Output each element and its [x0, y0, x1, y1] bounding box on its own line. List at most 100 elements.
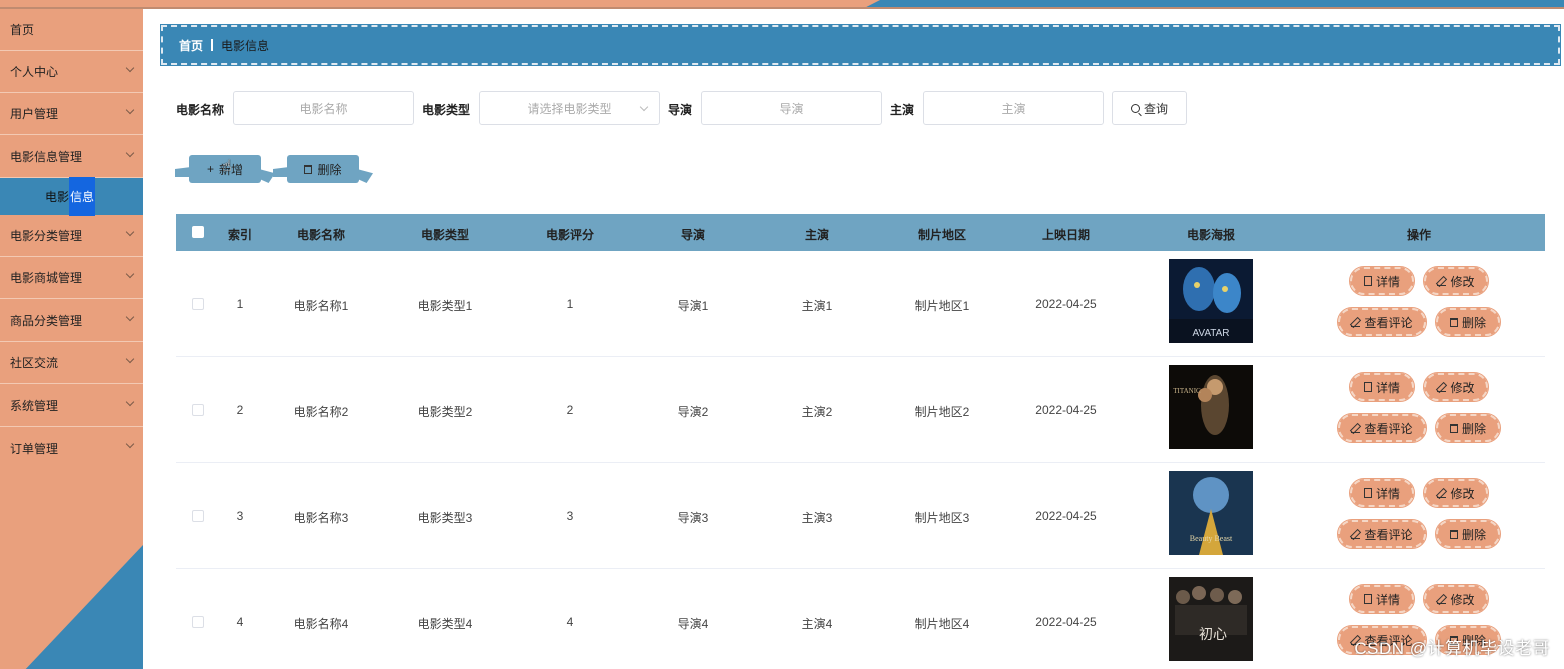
poster-title: 初心 [1199, 626, 1227, 643]
avatar-poster[interactable]: AVATAR [1169, 259, 1253, 343]
breadcrumb-home[interactable]: 首页 [179, 37, 203, 54]
sidebar-item-home[interactable]: 首页 [0, 9, 143, 51]
edit-label: 修改 [1450, 380, 1475, 395]
sidebar: 首页 个人中心 用户管理 电影信息管理 电影 信息 电影分类管理 电影商城管理 商… [0, 9, 143, 669]
detail-label: 详情 [1375, 592, 1400, 607]
edit-icon [1437, 383, 1447, 392]
breadcrumb-separator [211, 39, 214, 51]
cell-rating: 4 [566, 615, 574, 629]
detail-button[interactable]: 详情 [1349, 584, 1415, 614]
cell-rating: 2 [566, 403, 574, 417]
detail-button[interactable]: 详情 [1349, 266, 1415, 296]
delete-label: 删除 [1461, 315, 1486, 330]
sidebar-item-order-management[interactable]: 订单管理 [0, 427, 143, 469]
chinese-film-poster[interactable]: 初心 [1169, 577, 1253, 661]
select-all-checkbox[interactable] [192, 226, 204, 238]
view-comments-label: 查看评论 [1364, 421, 1413, 436]
sidebar-item-user-management[interactable]: 用户管理 [0, 93, 143, 135]
delete-button[interactable]: 删除 [1435, 413, 1501, 443]
detail-label: 详情 [1375, 274, 1400, 289]
row-checkbox[interactable] [192, 298, 204, 310]
cell-index: 3 [236, 509, 244, 523]
trash-icon [1449, 423, 1458, 433]
delete-button[interactable]: 删除 [1435, 519, 1501, 549]
batch-delete-label: 删除 [317, 162, 342, 177]
hand-cursor-icon: ☝ [222, 158, 232, 175]
chevron-down-icon [125, 63, 135, 73]
cell-index: 4 [236, 615, 244, 629]
edit-icon [1437, 489, 1447, 498]
sidebar-item-label: 系统管理 [10, 399, 59, 413]
sidebar-item-label: 用户管理 [10, 107, 59, 121]
header-director: 导演 [680, 228, 705, 242]
search-icon [1130, 103, 1140, 113]
sidebar-item-label: 订单管理 [10, 441, 59, 456]
beauty-beast-poster[interactable]: Beauty Beast [1169, 471, 1253, 555]
poster-title: AVATAR [1192, 328, 1229, 339]
view-comments-button[interactable]: 查看评论 [1337, 413, 1427, 443]
detail-label: 详情 [1375, 380, 1400, 395]
movie-name-input[interactable]: 电影名称 [233, 91, 414, 125]
cell-actor: 主演4 [801, 617, 833, 631]
view-comments-button[interactable]: 查看评论 [1337, 519, 1427, 549]
sidebar-item-movie-store[interactable]: 电影商城管理 [0, 257, 143, 299]
cell-movie-type: 电影类型4 [417, 617, 473, 631]
view-comments-label: 查看评论 [1364, 527, 1413, 542]
sidebar-item-personal-center[interactable]: 个人中心 [0, 51, 143, 93]
movie-type-select[interactable]: 请选择电影类型 [479, 91, 660, 125]
poster-title: TITANIC [1173, 387, 1201, 395]
delete-button[interactable]: 删除 [1435, 307, 1501, 337]
edit-button[interactable]: 修改 [1423, 584, 1489, 614]
sidebar-subitem-label-a: 电影 [45, 190, 70, 204]
cell-movie-name: 电影名称3 [293, 511, 349, 525]
cell-director: 导演4 [677, 617, 709, 631]
director-input[interactable]: 导演 [701, 91, 882, 125]
chevron-down-icon [639, 102, 649, 112]
detail-button[interactable]: 详情 [1349, 478, 1415, 508]
batch-delete-button[interactable]: 删除 [273, 155, 373, 183]
sidebar-item-label: 社区交流 [10, 356, 59, 370]
cell-actor: 主演2 [801, 405, 833, 419]
row-checkbox[interactable] [192, 616, 204, 628]
edit-button[interactable]: 修改 [1423, 266, 1489, 296]
header-rating: 电影评分 [545, 228, 594, 242]
view-comments-button[interactable]: 查看评论 [1337, 307, 1427, 337]
sidebar-item-community[interactable]: 社区交流 [0, 342, 143, 384]
actor-input[interactable]: 主演 [923, 91, 1104, 125]
sidebar-item-label: 电影信息管理 [10, 150, 83, 164]
row-checkbox[interactable] [192, 510, 204, 522]
actor-label: 主演 [890, 103, 915, 117]
cell-director: 导演2 [677, 405, 709, 419]
sidebar-item-product-category[interactable]: 商品分类管理 [0, 300, 143, 342]
cell-region: 制片地区4 [914, 617, 970, 631]
director-placeholder: 导演 [779, 101, 804, 116]
edit-button[interactable]: 修改 [1423, 478, 1489, 508]
sidebar-item-label: 个人中心 [10, 65, 59, 79]
sidebar-item-label: 商品分类管理 [10, 314, 83, 328]
cell-rating: 3 [566, 509, 574, 523]
row-checkbox[interactable] [192, 404, 204, 416]
detail-button[interactable]: 详情 [1349, 372, 1415, 402]
poster-title: Beauty Beast [1190, 534, 1233, 543]
actor-placeholder: 主演 [1001, 101, 1026, 116]
chevron-down-icon [125, 354, 135, 364]
cell-actor: 主演1 [801, 299, 833, 313]
edit-button[interactable]: 修改 [1423, 372, 1489, 402]
sidebar-subitem-movie-info[interactable]: 电影 信息 [0, 177, 143, 216]
query-button-label: 查询 [1143, 101, 1168, 116]
sidebar-item-movie-category[interactable]: 电影分类管理 [0, 215, 143, 257]
query-button[interactable]: 查询 [1112, 91, 1187, 125]
edit-label: 修改 [1450, 592, 1475, 607]
cell-index: 1 [236, 297, 244, 311]
cell-release-date: 2022-04-25 [1035, 509, 1097, 523]
director-label: 导演 [668, 103, 693, 117]
titanic-poster[interactable]: TITANIC [1169, 365, 1253, 449]
breadcrumb-current: 电影信息 [221, 38, 270, 53]
edit-label: 修改 [1450, 486, 1475, 501]
cell-director: 导演1 [677, 299, 709, 313]
sidebar-item-movie-info-management[interactable]: 电影信息管理 [0, 136, 143, 178]
cell-release-date: 2022-04-25 [1035, 615, 1097, 629]
trash-icon [304, 164, 313, 174]
sidebar-item-system-management[interactable]: 系统管理 [0, 385, 143, 427]
cell-movie-name: 电影名称1 [293, 299, 349, 313]
